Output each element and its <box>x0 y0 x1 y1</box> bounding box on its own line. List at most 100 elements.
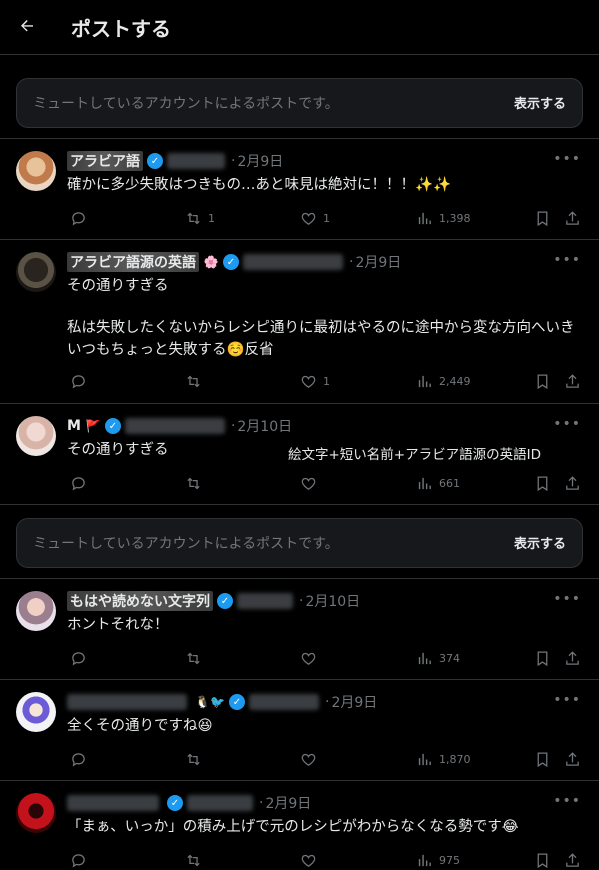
author-name[interactable]: アラビア語 <box>67 151 143 171</box>
bookmark-icon <box>537 373 548 389</box>
share-button[interactable] <box>564 850 581 870</box>
post-author-line: アラビア語源の英語 🌸 ✓ · 2月9日 <box>67 252 401 272</box>
share-icon <box>566 475 579 490</box>
share-button[interactable] <box>564 371 581 391</box>
bookmark-button[interactable] <box>534 208 551 228</box>
muted-notice-text: ミュートしているアカウントによるポストです。 <box>33 96 339 112</box>
repost-button[interactable]: 1 <box>185 208 215 228</box>
like-button[interactable]: 1 <box>300 371 330 391</box>
like-button[interactable] <box>300 749 317 769</box>
bookmark-button[interactable] <box>534 648 551 668</box>
reply-icon <box>72 752 85 766</box>
post-date-sep: · <box>349 254 354 270</box>
redacted-name[interactable] <box>67 694 187 710</box>
bookmark-icon <box>537 852 548 868</box>
author-name[interactable]: M <box>67 418 81 434</box>
bookmark-button[interactable] <box>534 473 551 493</box>
author-name[interactable]: アラビア語源の英語 <box>67 252 199 272</box>
post-actions: 661 <box>67 473 582 493</box>
like-button[interactable]: 1 <box>300 208 330 228</box>
repost-button[interactable] <box>185 749 202 769</box>
muted-post-notice: ミュートしているアカウントによるポストです。 表示する <box>16 78 583 128</box>
avatar[interactable] <box>16 416 56 456</box>
bookmark-button[interactable] <box>534 749 551 769</box>
repost-button[interactable] <box>185 371 202 391</box>
avatar[interactable] <box>16 151 56 191</box>
reply-button[interactable] <box>70 371 87 391</box>
repost-count: 1 <box>208 211 215 225</box>
more-options-icon[interactable]: ••• <box>553 692 581 708</box>
post-date[interactable]: 2月10日 <box>237 416 292 436</box>
post-date[interactable]: 2月9日 <box>331 692 377 712</box>
like-button[interactable] <box>300 850 317 870</box>
repost-button[interactable] <box>185 648 202 668</box>
show-muted-button[interactable]: 表示する <box>514 533 566 552</box>
post-date[interactable]: 2月9日 <box>355 252 401 272</box>
back-button[interactable] <box>14 12 40 40</box>
post-author-line: ✓ · 2月9日 <box>67 793 311 813</box>
more-options-icon[interactable]: ••• <box>553 151 581 167</box>
reply-button[interactable] <box>70 850 87 870</box>
reply-button[interactable] <box>70 749 87 769</box>
more-options-icon[interactable]: ••• <box>553 252 581 268</box>
repost-button[interactable] <box>185 850 202 870</box>
views-button[interactable]: 1,398 <box>416 208 471 228</box>
share-icon <box>566 650 579 665</box>
views-button[interactable]: 374 <box>416 648 460 668</box>
reply-post[interactable]: 🐧🐦 ✓ · 2月9日 ••• 全くその通りですね😆 1,870 <box>0 680 599 780</box>
post-actions: 374 <box>67 648 582 668</box>
repost-icon <box>187 212 200 224</box>
more-options-icon[interactable]: ••• <box>553 416 581 432</box>
muted-notice-text: ミュートしているアカウントによるポストです。 <box>33 536 339 552</box>
avatar[interactable] <box>16 692 56 732</box>
post-author-line: M 🚩 ✓ · 2月10日 <box>67 416 292 436</box>
reply-button[interactable] <box>70 473 87 493</box>
views-button[interactable]: 1,870 <box>416 749 471 769</box>
view-count: 1,398 <box>439 211 471 225</box>
avatar[interactable] <box>16 793 56 833</box>
post-date[interactable]: 2月9日 <box>237 151 283 171</box>
reply-post[interactable]: アラビア語 ✓ · 2月9日 ••• 確かに多少失敗はつきもの…あと味見は絶対に… <box>0 139 599 239</box>
bar-chart-icon <box>418 477 431 489</box>
reply-button[interactable] <box>70 208 87 228</box>
redacted-name[interactable] <box>67 795 159 811</box>
verified-badge-icon: ✓ <box>167 795 183 811</box>
reply-post[interactable]: もはや読めない文字列 ✓ · 2月10日 ••• ホントそれな！ 374 <box>0 579 599 679</box>
heart-icon <box>301 753 316 766</box>
avatar[interactable] <box>16 591 56 631</box>
reply-post[interactable]: ✓ · 2月9日 ••• 「まぁ、いっか」の積み上げで元のレシピがわからなくなる… <box>0 781 599 868</box>
bar-chart-icon <box>418 854 431 866</box>
repost-button[interactable] <box>185 473 202 493</box>
repost-icon <box>187 375 200 387</box>
share-button[interactable] <box>564 749 581 769</box>
share-button[interactable] <box>564 208 581 228</box>
view-count: 374 <box>439 651 460 665</box>
post-date[interactable]: 2月9日 <box>265 793 311 813</box>
reply-post[interactable]: アラビア語源の英語 🌸 ✓ · 2月9日 ••• その通りすぎる 私は失敗したく… <box>0 240 599 403</box>
share-button[interactable] <box>564 648 581 668</box>
reply-button[interactable] <box>70 648 87 668</box>
views-button[interactable]: 975 <box>416 850 460 870</box>
bookmark-button[interactable] <box>534 371 551 391</box>
views-button[interactable]: 2,449 <box>416 371 471 391</box>
like-button[interactable] <box>300 648 317 668</box>
reply-icon <box>72 374 85 388</box>
penguin-bird-icon: 🐧🐦 <box>195 695 225 709</box>
like-button[interactable] <box>300 473 317 493</box>
reply-icon <box>72 651 85 665</box>
verified-badge-icon: ✓ <box>147 153 163 169</box>
share-button[interactable] <box>564 473 581 493</box>
bar-chart-icon <box>418 375 431 387</box>
bookmark-icon <box>537 650 548 666</box>
post-text: 確かに多少失敗はつきもの…あと味見は絶対に！！！✨✨ <box>67 177 452 193</box>
bookmark-button[interactable] <box>534 850 551 870</box>
more-options-icon[interactable]: ••• <box>553 793 581 809</box>
author-name[interactable]: もはや読めない文字列 <box>67 591 213 611</box>
show-muted-button[interactable]: 表示する <box>514 93 566 112</box>
views-button[interactable]: 661 <box>416 473 460 493</box>
avatar[interactable] <box>16 252 56 292</box>
post-date[interactable]: 2月10日 <box>305 591 360 611</box>
more-options-icon[interactable]: ••• <box>553 591 581 607</box>
post-text-line: 私は失敗したくないからレシピ通りに最初はやるのに途中から変な方向へいきいつもちょ… <box>67 320 575 358</box>
